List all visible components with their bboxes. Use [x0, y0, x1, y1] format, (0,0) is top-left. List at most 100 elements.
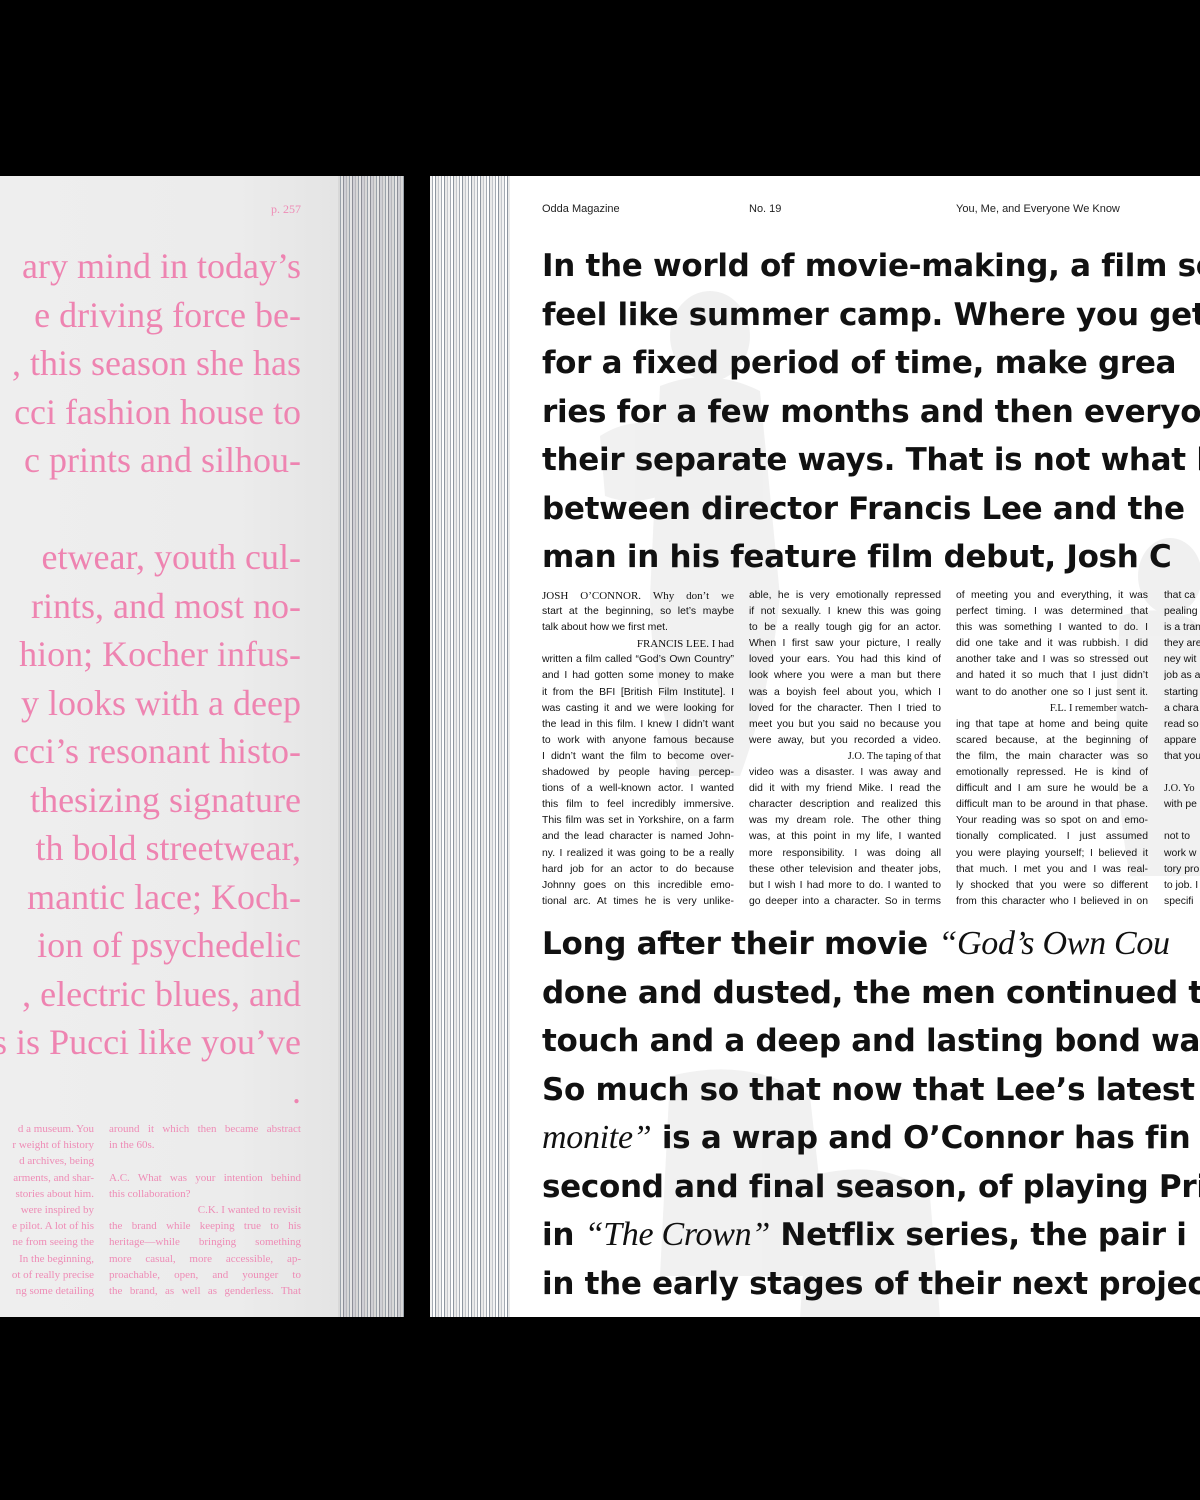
body-line: ing that tape at home and being quite [956, 718, 1148, 730]
body-line: ly shocked that you were so different [956, 879, 1148, 891]
display-line: rints, and most no- [31, 585, 301, 626]
left-magazine-page: p. 257 ary mind in today’s e driving for… [0, 176, 338, 1317]
display-line: , this season she has [12, 343, 301, 383]
display-line: y looks with a deep [21, 682, 301, 723]
body-line: d archives, being [19, 1155, 94, 1168]
right-magazine-page: Odda Magazine No. 19 You, Me, and Everyo… [510, 176, 1200, 1317]
display-line: s is Pucci like you’ve [0, 1022, 301, 1062]
body-line: In the beginning, [19, 1252, 94, 1265]
body-line: more responsibility. I was doing all [749, 847, 941, 859]
body-line: work w [1164, 847, 1197, 859]
body-line: that ca [1164, 590, 1196, 601]
body-line: talk about how we first met. [542, 622, 668, 634]
body-line: did it with my friend Mike. I read the [749, 783, 941, 795]
display-line: ary mind in today’s [22, 246, 301, 286]
pullquote-line: in “The Crown” Netflix series, the pair … [542, 1211, 1200, 1260]
pullquote-text: is a wrap and O’Connor has fin [651, 1120, 1191, 1156]
left-page-stack-edges [338, 176, 404, 1317]
headline-line: their separate ways. That is not what h [542, 442, 1200, 478]
body-line: if not sexually. I knew this was going [749, 606, 941, 618]
body-line: tionally complicated. I just assumed [956, 831, 1148, 843]
body-line: able, he is very emotionally repressed [749, 590, 941, 601]
series-title-text: “The Crown” [584, 1216, 771, 1253]
running-head-title: You, Me, and Everyone We Know [956, 203, 1120, 215]
right-page-stack-edges [430, 176, 510, 1317]
body-line: appare [1164, 734, 1197, 746]
interview-column-3: of meeting you and everything, it was pe… [956, 588, 1148, 910]
body-line: read so [1164, 718, 1199, 730]
body-line: FRANCIS LEE. I had [636, 638, 734, 651]
body-line: arments, and shar- [13, 1171, 94, 1184]
body-line: go deeper into a character. So in terms [749, 895, 941, 907]
body-line: stories about him. [15, 1187, 94, 1200]
body-line: scared because, at the beginning of [956, 734, 1148, 746]
body-line: This film was set in Yorkshire, on a far… [542, 815, 734, 827]
body-line: ney wit [1164, 654, 1197, 666]
pullquote-line: second and final season, of playing Prin… [542, 1168, 1200, 1205]
body-line: were inspired by [20, 1204, 94, 1217]
body-line: tory pro [1164, 863, 1200, 875]
body-line: ny. I realized it was going to be a real… [542, 847, 734, 859]
body-line: JOSH O’CONNOR. Why don’t we [542, 590, 734, 602]
body-line: was casting it and we were looking for [542, 702, 734, 714]
pullquote-line: touch and a deep and lasting bond was [542, 1023, 1200, 1059]
body-line: specifi [1164, 895, 1194, 907]
body-line: ot of really precise [11, 1268, 94, 1281]
body-line: loved your ears. You had this kind of [749, 654, 941, 666]
body-line: that you [1164, 750, 1200, 762]
pullquote-text: in [542, 1217, 585, 1253]
headline-line: In the world of movie-making, a film set [542, 248, 1200, 284]
body-line: When I first saw your picture, I really [749, 638, 941, 650]
display-line: thesizing signature [30, 779, 301, 820]
display-line: ion of psychedelic [37, 925, 301, 965]
left-display-text: ary mind in today’s e driving force be- … [0, 242, 301, 1115]
body-line: written a film called “God’s Own Country… [542, 654, 734, 666]
display-line: hion; Kocher infus- [19, 634, 301, 674]
pullquote-line: Long after their movie “God’s Own Cou [542, 920, 1200, 969]
headline-line: ries for a few months and then everyo [542, 393, 1200, 430]
body-line: proachable, open, and younger to [109, 1268, 301, 1281]
body-line: it from the BFI [British Film Institute]… [542, 686, 734, 698]
interview-body-columns: JOSH O’CONNOR. Why don’t we start at the… [542, 588, 1200, 918]
headline-line: between director Francis Lee and the [542, 490, 1185, 527]
display-line: etwear, youth cul- [41, 537, 301, 577]
body-line: these other television and theater jobs, [749, 863, 941, 875]
body-line: another take and I was so stressed out [956, 654, 1148, 666]
body-line: d a museum. You [17, 1123, 94, 1135]
body-line: is a tran [1164, 622, 1200, 634]
body-line: F.L. I remember watch- [1049, 702, 1148, 714]
body-line: the brand while keeping true to his [109, 1220, 301, 1233]
body-line: the brand, as well as genderless. That [109, 1285, 301, 1298]
body-line: to job. I [1164, 879, 1199, 891]
body-line: meet you but you said no because you [749, 718, 941, 730]
interview-column-4: that ca pealing is a tran they are ney w… [1164, 588, 1200, 910]
display-line: . [292, 1070, 301, 1111]
body-line-blank [1164, 765, 1200, 781]
pullquote-line: monite” is a wrap and O’Connor has fin [542, 1114, 1200, 1163]
page-number: p. 257 [271, 202, 301, 216]
body-line: and the lead character is named John- [542, 831, 734, 843]
display-line: cci’s resonant histo- [13, 731, 301, 771]
body-line: video was a disaster. I was away and [749, 767, 941, 779]
body-line: starting [1164, 686, 1199, 698]
body-line: ne from seeing the [12, 1236, 94, 1249]
body-line: with pe [1164, 799, 1197, 811]
body-line: J.O. The taping of that [847, 750, 941, 762]
body-line: C.K. I wanted to revisit [197, 1204, 301, 1216]
interview-column-1: JOSH O’CONNOR. Why don’t we start at the… [542, 588, 734, 910]
body-line: and hated it so much that I just didn’t [956, 670, 1148, 682]
headline-line: feel like summer camp. Where you get [542, 296, 1200, 333]
pullquote-line: in the early stages of their next projec… [542, 1265, 1200, 1302]
body-line: heritage—while bringing something [109, 1236, 301, 1249]
body-line: emotionally repressed. He is kind of [956, 767, 1148, 779]
display-line: th bold streetwear, [35, 828, 301, 868]
body-line: shadowed by people having percep- [542, 767, 734, 779]
body-line: Johnny goes on this incredible emo- [542, 879, 734, 891]
body-line: this was something I wanted to do. I [956, 622, 1148, 634]
body-line: not to [1164, 831, 1190, 843]
pull-quote: Long after their movie “God’s Own Cou do… [542, 920, 1200, 1308]
pullquote-line: So much so that now that Lee’s latest mo [542, 1071, 1200, 1108]
body-line: loved for the character. Then I tried to [749, 702, 941, 714]
body-line: the film, the main character was so [956, 750, 1148, 762]
body-line: perfect timing. I was determined that [956, 606, 1148, 618]
